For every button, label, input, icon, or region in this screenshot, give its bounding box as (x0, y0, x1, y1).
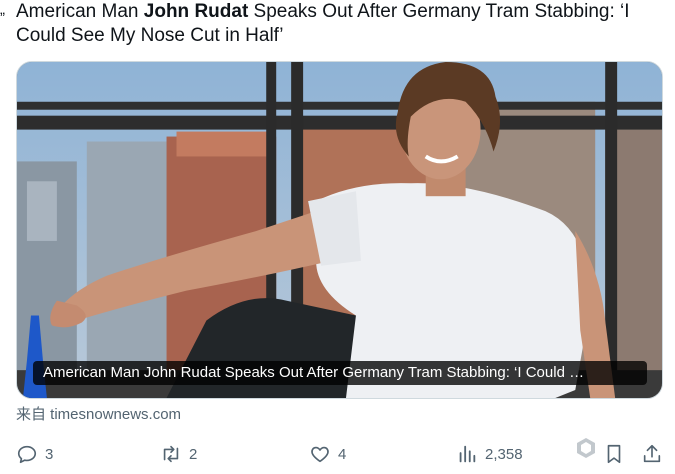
views-count: 2,358 (485, 445, 523, 463)
bookmark-button[interactable] (603, 440, 625, 468)
headline-bold-name: John Rudat (143, 1, 249, 22)
reply-icon (17, 445, 37, 464)
card-photo (17, 62, 662, 398)
watermark-logo-icon (577, 438, 595, 458)
bookmark-icon (607, 444, 621, 464)
like-button[interactable]: 4 (309, 440, 346, 468)
heart-icon (311, 446, 329, 463)
card-title-overlay[interactable]: American Man John Rudat Speaks Out After… (33, 361, 647, 385)
retweet-count: 2 (189, 445, 198, 463)
share-icon (643, 444, 661, 463)
retweet-button[interactable]: 2 (160, 440, 197, 468)
views-chart-icon (459, 445, 476, 463)
reply-count: 3 (45, 445, 54, 463)
retweet-icon (163, 445, 179, 463)
quote-mark: „ (0, 1, 5, 18)
card-source-domain[interactable]: 来自 timesnownews.com (16, 405, 181, 425)
headline-part-1: American Man (16, 1, 144, 22)
reply-button[interactable]: 3 (16, 440, 53, 468)
share-button[interactable] (641, 440, 663, 468)
tweet-text: American Man John Rudat Speaks Out After… (16, 0, 666, 48)
views-button[interactable]: 2,358 (456, 440, 523, 468)
like-count: 4 (338, 445, 347, 463)
link-card[interactable] (16, 61, 663, 399)
